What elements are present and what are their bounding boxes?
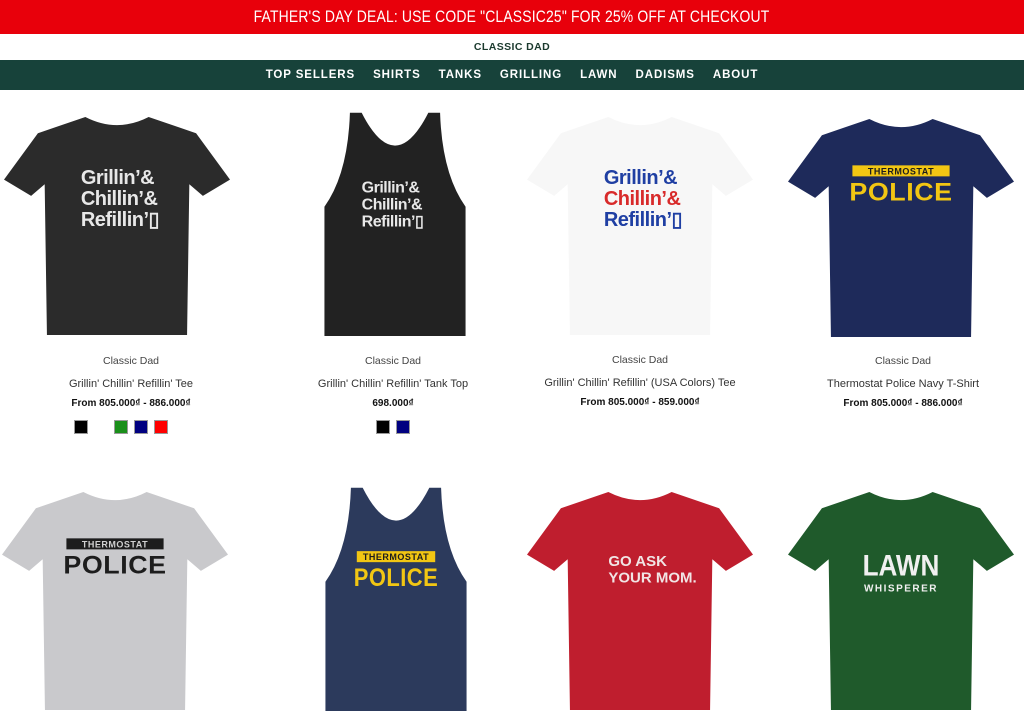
print-text: POLICE <box>354 564 438 592</box>
color-swatch[interactable] <box>94 420 108 434</box>
product-title[interactable]: Grillin' Chillin' Refillin' (USA Colors)… <box>509 377 771 389</box>
print-text: POLICE <box>849 178 952 206</box>
product-image[interactable]: Grillin’&Chillin’&Refillin’▯ <box>4 110 230 342</box>
product-image[interactable]: THERMOSTAT POLICE <box>788 112 1014 344</box>
print-text: POLICE <box>63 551 166 579</box>
product-title[interactable]: Thermostat Police Navy T-Shirt <box>772 378 1024 390</box>
print-text: Grillin’& <box>81 167 154 189</box>
tank-top-shape <box>325 487 467 711</box>
print-text: Chillin’& <box>362 197 423 214</box>
color-swatches <box>262 420 524 434</box>
product-image[interactable]: GO ASKYOUR MOM. <box>527 485 753 717</box>
color-swatch[interactable] <box>396 420 410 434</box>
print-text: Chillin’& <box>81 188 158 210</box>
tshirt-shape <box>788 118 1014 338</box>
product-vendor: Classic Dad <box>611 354 669 366</box>
color-swatch[interactable] <box>376 420 390 434</box>
color-swatch[interactable] <box>74 420 88 434</box>
print-text: GO ASK <box>608 553 667 570</box>
nav-tanks[interactable]: TANKS <box>430 69 491 81</box>
nav-dadisms[interactable]: DADISMS <box>627 69 704 81</box>
main-nav: TOP SELLERS SHIRTS TANKS GRILLING LAWN D… <box>0 60 1024 90</box>
product-card-5[interactable]: THERMOSTAT POLICE <box>0 475 262 719</box>
product-card-2[interactable]: Grillin’& Chillin’& Refillin’▯ Classic Dad… <box>262 100 524 445</box>
tshirt-shape <box>527 491 753 711</box>
print-text: Grillin’& <box>604 167 677 189</box>
print-text: Refillin’▯ <box>81 209 159 231</box>
product-card-1[interactable]: Grillin’& Chillin’& Refillin’▯ Classic Dad… <box>0 100 262 445</box>
tshirt-shape <box>788 491 1014 711</box>
product-card-8[interactable]: LAWN WHISPERER <box>772 475 1024 719</box>
print-text: Refillin’▯ <box>362 214 424 231</box>
color-swatch[interactable] <box>154 420 168 434</box>
product-card-6[interactable]: THERMOSTAT POLICE <box>262 475 524 719</box>
nav-top-sellers[interactable]: TOP SELLERS <box>257 69 364 81</box>
nav-lawn[interactable]: LAWN <box>571 69 626 81</box>
brand-bar: CLASSIC DAD <box>0 34 1024 59</box>
product-image[interactable]: THERMOSTAT POLICE <box>2 485 228 717</box>
color-swatch[interactable] <box>134 420 148 434</box>
brand-logo[interactable]: CLASSIC DAD <box>474 41 550 53</box>
product-price: From 805.000₫ - 886.000₫ <box>843 398 963 409</box>
product-vendor: Classic Dad <box>364 355 422 367</box>
product-card-3[interactable]: Grillin’& Chillin’& Refillin’▯ Classic Dad… <box>509 100 771 445</box>
product-title[interactable]: Grillin' Chillin' Refillin' Tank Top <box>262 378 524 390</box>
promo-banner[interactable]: FATHER'S DAY DEAL: USE CODE "CLASSIC25" … <box>0 0 1024 34</box>
print-text: THERMOSTAT <box>363 552 429 562</box>
nav-about[interactable]: ABOUT <box>704 69 767 81</box>
promo-text: FATHER'S DAY DEAL: USE CODE "CLASSIC25" … <box>254 7 770 26</box>
print-text: Refillin’▯ <box>604 209 682 231</box>
nav-grilling[interactable]: GRILLING <box>491 69 571 81</box>
tshirt-shape <box>2 491 228 711</box>
nav-shirts[interactable]: SHIRTS <box>364 69 430 81</box>
color-swatches <box>0 420 252 434</box>
print-text: Chillin’& <box>604 188 681 210</box>
product-price: From 805.000₫ - 859.000₫ <box>580 397 700 408</box>
print-text: YOUR MOM. <box>608 569 696 586</box>
product-price: From 805.000₫ - 886.000₫ <box>71 398 191 409</box>
product-image[interactable]: LAWN WHISPERER <box>788 485 1014 717</box>
product-vendor: Classic Dad <box>102 355 160 367</box>
product-title[interactable]: Grillin' Chillin' Refillin' Tee <box>0 378 262 390</box>
print-text: THERMOSTAT <box>82 539 148 549</box>
product-card-4[interactable]: THERMOSTAT POLICE Classic Dad Thermostat … <box>772 100 1024 445</box>
product-image[interactable]: Grillin’&Chillin’&Refillin’▯ <box>527 110 753 342</box>
print-text: THERMOSTAT <box>868 166 934 176</box>
product-card-7[interactable]: GO ASK YOUR MOM. <box>509 475 771 719</box>
print-text: LAWN <box>863 549 940 582</box>
product-vendor: Classic Dad <box>874 355 932 367</box>
product-image[interactable]: THERMOSTAT POLICE <box>298 483 494 718</box>
product-image[interactable]: Grillin’&Chillin’&Refillin’▯ <box>297 108 493 343</box>
print-text: Grillin’& <box>362 180 421 197</box>
product-price: 698.000₫ <box>372 398 414 409</box>
color-swatch[interactable] <box>114 420 128 434</box>
print-text: WHISPERER <box>864 584 938 595</box>
